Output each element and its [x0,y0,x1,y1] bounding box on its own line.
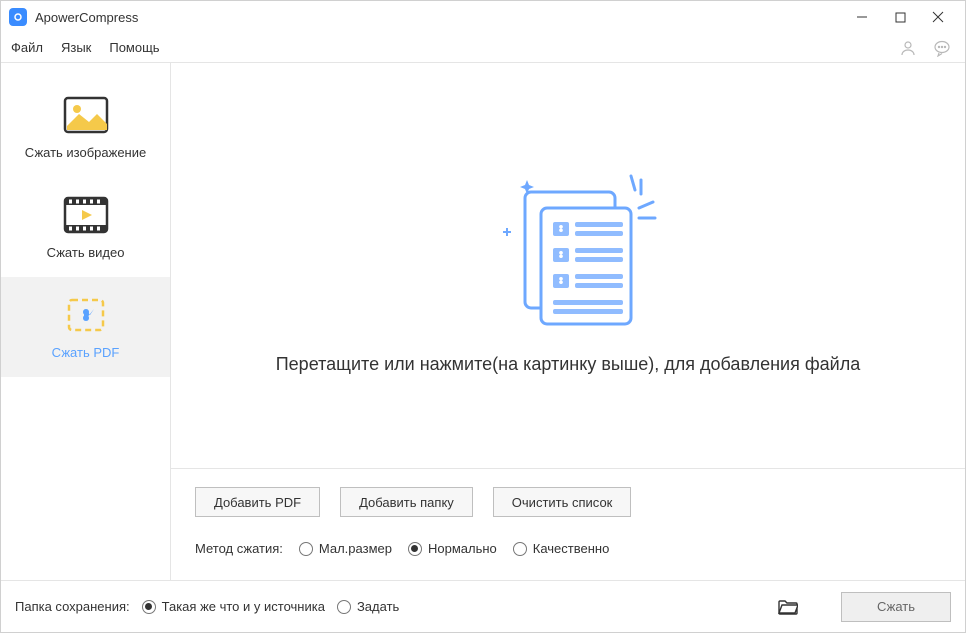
drop-illustration-icon [483,156,653,326]
browse-folder-button[interactable] [775,596,801,618]
radio-icon [513,542,527,556]
footer-bar: Папка сохранения: Такая же что и у источ… [1,580,965,632]
save-option-source[interactable]: Такая же что и у источника [142,599,325,614]
radio-label: Мал.размер [319,541,392,556]
feedback-icon[interactable] [929,35,955,61]
sidebar-item-label: Сжать изображение [25,145,146,160]
method-option-small[interactable]: Мал.размер [299,541,392,556]
drop-zone[interactable]: Перетащите или нажмите(на картинку выше)… [171,63,965,468]
sidebar-item-image[interactable]: Сжать изображение [1,77,170,177]
sidebar-item-video[interactable]: Сжать видео [1,177,170,277]
add-folder-button[interactable]: Добавить папку [340,487,473,517]
radio-label: Такая же что и у источника [162,599,325,614]
method-option-quality[interactable]: Качественно [513,541,610,556]
button-row: Добавить PDF Добавить папку Очистить спи… [195,487,941,517]
menu-bar: Файл Язык Помощь [1,33,965,63]
video-icon [62,195,110,235]
sidebar-item-label: Сжать видео [47,245,125,260]
radio-label: Задать [357,599,399,614]
sidebar: Сжать изображение Сжать видео Сжать PDF [1,63,171,580]
menu-file[interactable]: Файл [11,40,43,55]
drop-text: Перетащите или нажмите(на картинку выше)… [276,354,861,375]
image-icon [62,95,110,135]
minimize-button[interactable] [843,1,881,33]
app-title: ApowerCompress [35,10,843,25]
user-icon[interactable] [895,35,921,61]
main-area: Сжать изображение Сжать видео Сжать PDF [1,63,965,580]
method-label: Метод сжатия: [195,541,283,556]
close-button[interactable] [919,1,957,33]
radio-icon [299,542,313,556]
clear-list-button[interactable]: Очистить список [493,487,632,517]
save-folder-label: Папка сохранения: [15,599,130,614]
radio-icon [408,542,422,556]
compress-button[interactable]: Сжать [841,592,951,622]
save-option-custom[interactable]: Задать [337,599,399,614]
radio-icon [142,600,156,614]
menu-help[interactable]: Помощь [109,40,159,55]
method-option-normal[interactable]: Нормально [408,541,497,556]
radio-label: Качественно [533,541,610,556]
app-icon [9,8,27,26]
add-pdf-button[interactable]: Добавить PDF [195,487,320,517]
maximize-button[interactable] [881,1,919,33]
sidebar-item-label: Сжать PDF [52,345,120,360]
controls-panel: Добавить PDF Добавить папку Очистить спи… [171,468,965,580]
compression-method-row: Метод сжатия: Мал.размер Нормально Качес… [195,541,941,556]
radio-label: Нормально [428,541,497,556]
pdf-icon [62,295,110,335]
menu-language[interactable]: Язык [61,40,91,55]
sidebar-item-pdf[interactable]: Сжать PDF [1,277,170,377]
content-area: Перетащите или нажмите(на картинку выше)… [171,63,965,580]
title-bar: ApowerCompress [1,1,965,33]
radio-icon [337,600,351,614]
